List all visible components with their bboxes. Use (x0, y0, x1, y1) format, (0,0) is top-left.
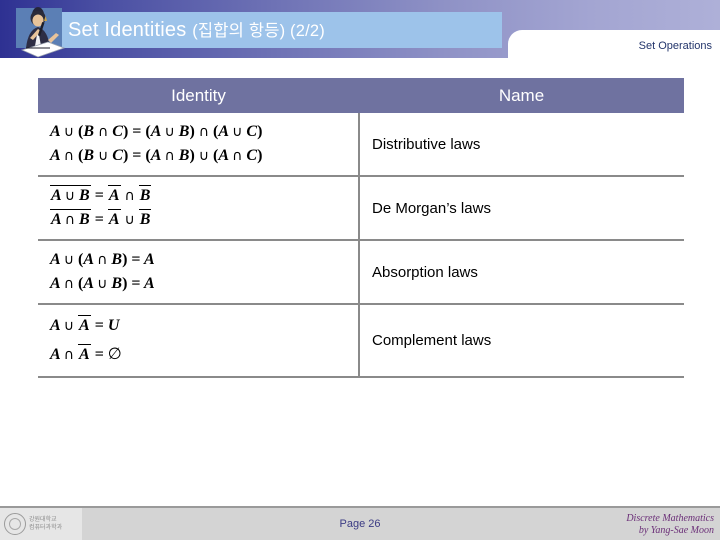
law-name: Distributive laws (359, 113, 684, 177)
identity-line: A ∩ A = ∅ (50, 344, 122, 363)
column-header-identity: Identity (38, 78, 359, 113)
logo-line-1: 강원대학교 (29, 517, 57, 523)
course-credit: Discrete Mathematics by Yang-Sae Moon (626, 513, 714, 537)
identity-line: A ∩ (B ∪ C) = (A ∩ B) ∪ (A ∩ C) (50, 147, 263, 164)
identity-cell: A ∪ (A ∩ B) = A A ∩ (A ∪ B) = A (38, 240, 360, 305)
identity-cell: A ∪ (B ∩ C) = (A ∪ B) ∩ (A ∪ C) A ∩ (B ∪… (38, 113, 360, 177)
identity-cell: A ∪ B = A ∩ B A ∩ B = A ∪ B (38, 176, 360, 241)
university-logo-text: 강원대학교 컴퓨터과학과 (29, 516, 62, 532)
course-title: Discrete Mathematics (626, 513, 714, 524)
law-name: De Morgan’s laws (359, 176, 684, 241)
page-title-sub: (집합의 항등) (2/2) (192, 22, 325, 40)
university-logo: 강원대학교 컴퓨터과학과 (0, 508, 82, 540)
page-number: Page 26 (339, 518, 381, 530)
identity-line: A ∪ (A ∩ B) = A (50, 251, 155, 268)
section-tab-label: Set Operations (638, 40, 712, 52)
identity-line: A ∪ A = U (50, 315, 120, 334)
student-writing-icon (8, 4, 70, 60)
table-row: A ∪ (A ∩ B) = A A ∩ (A ∪ B) = A Absorpti… (38, 240, 684, 305)
identity-line: A ∩ (A ∪ B) = A (50, 275, 155, 292)
page-title: Set Identities (집합의 항등) (2/2) (68, 15, 498, 45)
column-header-name: Name (359, 78, 684, 113)
university-seal-icon (4, 513, 26, 535)
set-identities-table: Identity Name A ∪ (B ∩ C) = (A ∪ B) ∩ (A… (38, 78, 684, 378)
table-header-row: Identity Name (38, 78, 684, 113)
identity-line: A ∪ (B ∩ C) = (A ∪ B) ∩ (A ∪ C) (50, 123, 263, 140)
identity-line: A ∪ B = A ∩ B (50, 185, 152, 204)
table-row: A ∪ B = A ∩ B A ∩ B = A ∪ B De Morgan’s … (38, 176, 684, 241)
course-author: by Yang-Sae Moon (638, 525, 714, 536)
identity-line: A ∩ B = A ∪ B (50, 209, 152, 228)
page-title-main: Set Identities (68, 19, 187, 41)
law-name: Complement laws (359, 304, 684, 378)
table-row: A ∪ (B ∩ C) = (A ∪ B) ∩ (A ∪ C) A ∩ (B ∪… (38, 113, 684, 177)
law-name: Absorption laws (359, 240, 684, 305)
logo-line-2: 컴퓨터과학과 (29, 525, 63, 531)
identity-cell: A ∪ A = U A ∩ A = ∅ (38, 304, 360, 378)
table-row: A ∪ A = U A ∩ A = ∅ Complement laws (38, 304, 684, 378)
